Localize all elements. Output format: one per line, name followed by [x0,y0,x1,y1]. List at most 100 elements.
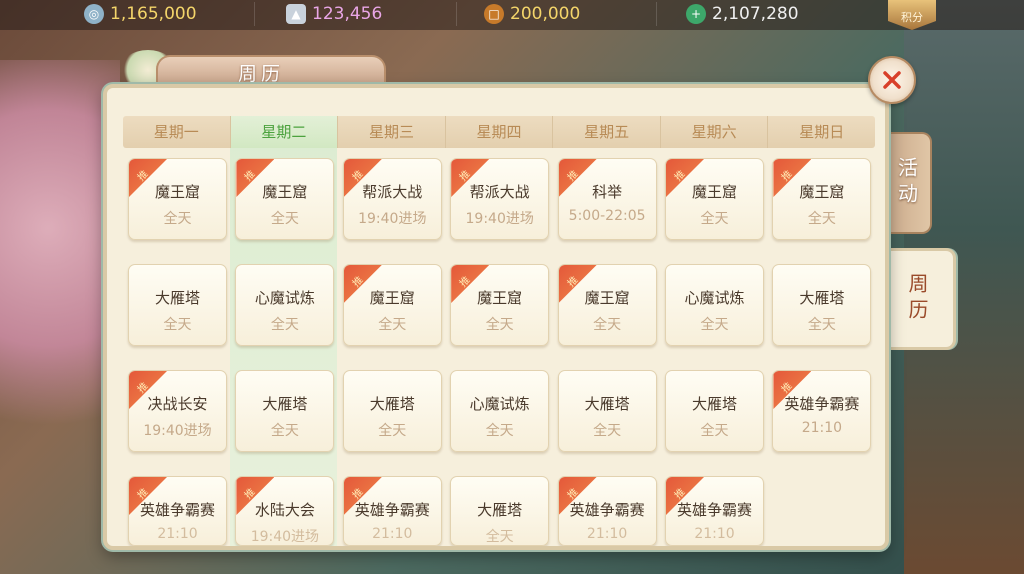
activity-time: 全天 [378,317,407,333]
activity-cell[interactable]: 大雁塔 全天 [235,370,335,452]
activity-cell[interactable]: 推决战长安 19:40进场 [128,370,227,452]
activity-time: 全天 [485,423,514,439]
activity-time: 全天 [270,317,299,333]
score-badge[interactable]: 积分 [888,0,936,30]
copper-coin-icon: □ [484,4,504,24]
activity-time: 全天 [593,317,622,333]
activity-name: 英雄争霸赛 [139,501,215,519]
ingot-currency: ▲ 123,456 [286,3,382,25]
activity-time: 全天 [593,423,622,439]
activity-name: 帮派大战 [469,183,530,201]
activity-cell[interactable]: 大雁塔 全天 [450,476,550,546]
activity-name: 大雁塔 [369,395,415,413]
activity-time: 全天 [700,423,729,439]
activity-time: 5:00-22:05 [568,208,646,224]
close-icon [883,71,901,89]
activity-name: 心魔试炼 [254,289,315,307]
divider [656,2,657,26]
activity-time: 21:10 [372,526,413,542]
activity-name: 心魔试炼 [469,395,530,413]
activity-cell[interactable]: 推帮派大战 19:40进场 [342,158,442,240]
ingot-amount: 123,456 [312,4,383,24]
activity-name: 大雁塔 [262,395,308,413]
activity-time: 19:40进场 [143,423,212,439]
activity-name: 魔王窟 [369,289,415,307]
weekly-calendar-panel: 星期一 星期二 星期三 星期四 星期五 星期六 星期日 推魔王窟 全天推魔王窟 全天… [103,84,889,550]
tab-activity[interactable]: 活动 [884,132,932,234]
activity-time: 全天 [485,529,514,545]
activity-cell[interactable]: 大雁塔 全天 [128,264,227,346]
activity-cell[interactable]: 大雁塔 全天 [557,370,657,452]
activity-name: 大雁塔 [691,395,737,413]
activity-name: 魔王窟 [799,183,845,201]
activity-name: 大雁塔 [477,501,523,519]
activity-cell[interactable]: 推魔王窟 全天 [557,264,657,346]
activity-time: 全天 [485,317,514,333]
activity-cell[interactable]: 心魔试炼 全天 [450,370,550,452]
currency-bar: ◎ 1,165,000 ▲ 123,456 □ 200,000 + 2,107,… [0,0,1024,30]
activity-cell[interactable]: 推英雄争霸赛 21:10 [557,476,657,546]
silver-ingot-icon: ▲ [286,4,306,24]
activity-name: 心魔试炼 [684,289,745,307]
activity-cell[interactable]: 推水陆大会 19:40进场 [235,476,335,546]
activity-cell[interactable]: 大雁塔 全天 [772,264,872,346]
day-tuesday: 星期二 [230,116,339,148]
activity-time: 19:40进场 [465,211,534,227]
day-saturday: 星期六 [661,116,769,148]
silver-amount: 1,165,000 [110,4,197,24]
activity-name: 英雄争霸赛 [354,501,430,519]
activity-time: 全天 [163,211,192,227]
activity-cell[interactable]: 大雁塔 全天 [342,370,442,452]
activity-cell[interactable]: 大雁塔 全天 [665,370,764,452]
activity-cell[interactable]: 推英雄争霸赛 21:10 [772,370,872,452]
activity-cell[interactable]: 推魔王窟 全天 [235,158,335,240]
activity-cell[interactable]: 推魔王窟 全天 [128,158,227,240]
copper-amount: 200,000 [510,4,581,24]
panel-title: 周历 [156,55,386,87]
activity-time: 19:40进场 [358,211,427,227]
activity-time: 21:10 [157,526,198,542]
activity-name: 魔王窟 [477,289,523,307]
activity-cell[interactable]: 推魔王窟 全天 [342,264,442,346]
activity-name: 科举 [592,183,623,201]
close-button[interactable] [868,56,916,104]
activity-time: 19:40进场 [250,529,320,545]
day-sunday: 星期日 [799,123,845,141]
activity-cell[interactable]: 推英雄争霸赛 21:10 [665,476,764,546]
activity-cell[interactable]: 推帮派大战 19:40进场 [450,158,550,240]
activity-cell[interactable]: 推魔王窟 全天 [772,158,872,240]
activity-time: 全天 [378,423,407,439]
activity-time: 全天 [270,423,299,439]
activity-name: 决战长安 [147,395,208,413]
activity-name: 水陆大会 [254,501,315,519]
activity-name: 大雁塔 [799,289,845,307]
activity-name: 魔王窟 [584,289,630,307]
activity-name: 帮派大战 [362,183,423,201]
activity-cell[interactable]: 推英雄争霸赛 21:10 [342,476,442,546]
activity-time: 全天 [270,211,299,227]
activity-cell[interactable]: 推魔王窟 全天 [665,158,764,240]
activity-name: 英雄争霸赛 [676,501,752,519]
day-monday: 星期一 [123,116,231,148]
day-wednesday: 星期三 [338,116,446,148]
silver-coin-icon: ◎ [84,4,104,24]
activity-cell[interactable]: 推英雄争霸赛 21:10 [128,476,227,546]
divider [254,2,255,26]
day-friday: 星期五 [553,116,661,148]
activity-name: 大雁塔 [154,289,200,307]
activity-name: 魔王窟 [154,183,200,201]
activity-cell[interactable]: 推科举 5:00-22:05 [557,158,657,240]
activity-cell[interactable]: 推魔王窟 全天 [450,264,550,346]
activity-time: 21:10 [586,526,628,542]
activity-cell[interactable]: 心魔试炼 全天 [665,264,764,346]
activity-cell[interactable]: 心魔试炼 全天 [235,264,335,346]
jade-coin-icon: + [686,4,706,24]
tab-calendar[interactable]: 周历 [882,248,956,350]
jade-currency[interactable]: + 2,107,280 [686,3,799,25]
day-thursday: 星期四 [446,116,554,148]
divider [456,2,457,26]
activity-name: 英雄争霸赛 [784,395,860,413]
activity-name: 英雄争霸赛 [569,501,645,519]
activity-time: 全天 [807,317,836,333]
silver-currency: ◎ 1,165,000 [84,3,197,25]
